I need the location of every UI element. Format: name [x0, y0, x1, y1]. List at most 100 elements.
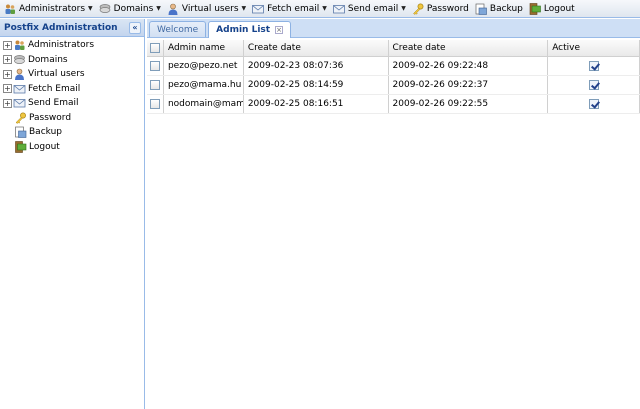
- domains-icon: [99, 3, 111, 15]
- tree-item-label: Administrators: [28, 40, 95, 51]
- toolbar-backup-button[interactable]: Backup: [473, 1, 527, 17]
- expand-icon[interactable]: +: [3, 69, 12, 79]
- backup-icon: [14, 126, 27, 139]
- content-panel: Welcome Admin List × Admin name Create d…: [147, 19, 640, 409]
- toolbar-virtual-users-menu[interactable]: Virtual users ▼: [165, 1, 250, 17]
- create-date-cell: 2009-02-23 08:07:36: [244, 57, 389, 75]
- tree-item-backup[interactable]: Backup: [0, 125, 144, 140]
- row-select-checkbox[interactable]: [150, 80, 160, 90]
- toolbar-password-label: Password: [426, 3, 469, 14]
- row-select-cell: [147, 76, 164, 94]
- navigation-tree: + Administrators + Domains + Virtual use…: [0, 37, 144, 154]
- envelope-icon: [13, 83, 26, 95]
- expand-icon[interactable]: +: [3, 55, 12, 65]
- tree-item-label: Virtual users: [28, 69, 85, 80]
- tree-item-label: Password: [29, 112, 72, 123]
- column-header-admin-name[interactable]: Admin name: [164, 40, 244, 56]
- toolbar-password-button[interactable]: Password: [410, 1, 473, 17]
- tree-item-domains[interactable]: + Domains: [0, 53, 144, 68]
- table-row[interactable]: pezo@pezo.net 2009-02-23 08:07:36 2009-0…: [147, 57, 640, 76]
- expand-icon[interactable]: +: [3, 84, 12, 94]
- active-checkbox[interactable]: [588, 99, 599, 109]
- create-date-2-cell: 2009-02-26 09:22:48: [389, 57, 549, 75]
- toolbar-domains-label: Domains: [113, 3, 154, 14]
- chevron-down-icon: ▼: [156, 5, 161, 12]
- active-checkbox[interactable]: [588, 80, 599, 90]
- toolbar-fetch-email-label: Fetch email: [267, 3, 320, 14]
- collapse-panel-button[interactable]: «: [129, 22, 141, 34]
- user-icon: [13, 68, 26, 81]
- row-select-checkbox[interactable]: [150, 61, 160, 71]
- logout-icon: [14, 140, 27, 153]
- column-header-create-date[interactable]: Create date: [244, 40, 389, 56]
- tree-item-send-email[interactable]: + Send Email: [0, 96, 144, 111]
- tree-item-logout[interactable]: Logout: [0, 140, 144, 155]
- create-date-cell: 2009-02-25 08:16:51: [244, 95, 389, 113]
- tree-item-label: Backup: [29, 127, 62, 138]
- backup-icon: [475, 3, 487, 15]
- table-row[interactable]: nodomain@mama.h 2009-02-25 08:16:51 2009…: [147, 95, 640, 114]
- expand-icon[interactable]: +: [3, 98, 12, 108]
- row-select-cell: [147, 95, 164, 113]
- envelope-icon: [332, 3, 345, 15]
- toolbar-domains-menu[interactable]: Domains ▼: [97, 1, 165, 17]
- chevron-down-icon: ▼: [88, 5, 93, 12]
- tree-item-label: Fetch Email: [28, 83, 81, 94]
- active-cell: [548, 76, 640, 94]
- chevron-down-icon: ▼: [241, 5, 247, 12]
- envelope-icon: [252, 3, 265, 15]
- main-toolbar: Administrators ▼ Domains ▼ Virtual users…: [0, 0, 640, 18]
- user-icon: [167, 3, 179, 15]
- domains-icon: [13, 54, 26, 66]
- admin-group-icon: [13, 39, 26, 51]
- chevron-down-icon: ▼: [401, 5, 406, 12]
- admin-list-grid: Admin name Create date Create date Activ…: [147, 40, 640, 114]
- active-cell: [548, 57, 640, 75]
- tab-welcome[interactable]: Welcome: [149, 21, 207, 37]
- tab-label: Admin List: [216, 25, 271, 35]
- chevron-down-icon: ▼: [322, 5, 327, 12]
- key-icon: [412, 3, 424, 15]
- navigation-panel: Postfix Administration « + Administrator…: [0, 19, 145, 409]
- close-icon[interactable]: ×: [275, 26, 284, 34]
- navigation-panel-header: Postfix Administration «: [0, 19, 144, 37]
- column-header-active[interactable]: Active: [548, 40, 640, 56]
- row-select-cell: [147, 57, 164, 75]
- admin-group-icon: [4, 3, 16, 15]
- toolbar-send-email-label: Send email: [347, 3, 399, 14]
- tab-label: Welcome: [157, 24, 199, 35]
- logout-icon: [529, 2, 541, 15]
- active-checkbox[interactable]: [588, 61, 599, 71]
- tree-item-label: Send Email: [28, 98, 79, 109]
- envelope-icon: [13, 97, 26, 109]
- admin-name-cell: pezo@pezo.net: [164, 57, 244, 75]
- tree-item-administrators[interactable]: + Administrators: [0, 38, 144, 53]
- create-date-2-cell: 2009-02-26 09:22:55: [389, 95, 549, 113]
- table-row[interactable]: pezo@mama.hu 2009-02-25 08:14:59 2009-02…: [147, 76, 640, 95]
- tree-item-label: Domains: [28, 54, 68, 65]
- toolbar-fetch-email-menu[interactable]: Fetch email ▼: [250, 1, 331, 17]
- toolbar-send-email-menu[interactable]: Send email ▼: [331, 1, 410, 17]
- admin-name-cell: nodomain@mama.h: [164, 95, 244, 113]
- column-header-create-date-2[interactable]: Create date: [389, 40, 549, 56]
- active-cell: [548, 95, 640, 113]
- tab-bar: Welcome Admin List ×: [147, 19, 640, 38]
- toolbar-backup-label: Backup: [489, 3, 523, 14]
- toolbar-administrators-menu[interactable]: Administrators ▼: [2, 1, 97, 17]
- tree-item-fetch-email[interactable]: + Fetch Email: [0, 82, 144, 97]
- select-all-checkbox[interactable]: [150, 43, 160, 53]
- toolbar-logout-button[interactable]: Logout: [527, 1, 579, 17]
- create-date-2-cell: 2009-02-26 09:22:37: [389, 76, 549, 94]
- tree-item-password[interactable]: Password: [0, 111, 144, 126]
- toolbar-administrators-label: Administrators: [19, 3, 86, 14]
- tree-item-virtual-users[interactable]: + Virtual users: [0, 67, 144, 82]
- expand-icon[interactable]: +: [3, 40, 12, 50]
- admin-name-cell: pezo@mama.hu: [164, 76, 244, 94]
- tree-item-label: Logout: [29, 141, 60, 152]
- toolbar-virtual-users-label: Virtual users: [181, 3, 239, 14]
- tab-admin-list[interactable]: Admin List ×: [208, 21, 292, 38]
- grid-header-row: Admin name Create date Create date Activ…: [147, 40, 640, 57]
- row-select-checkbox[interactable]: [150, 99, 160, 109]
- navigation-panel-title: Postfix Administration: [4, 22, 118, 33]
- select-all-column[interactable]: [147, 40, 164, 56]
